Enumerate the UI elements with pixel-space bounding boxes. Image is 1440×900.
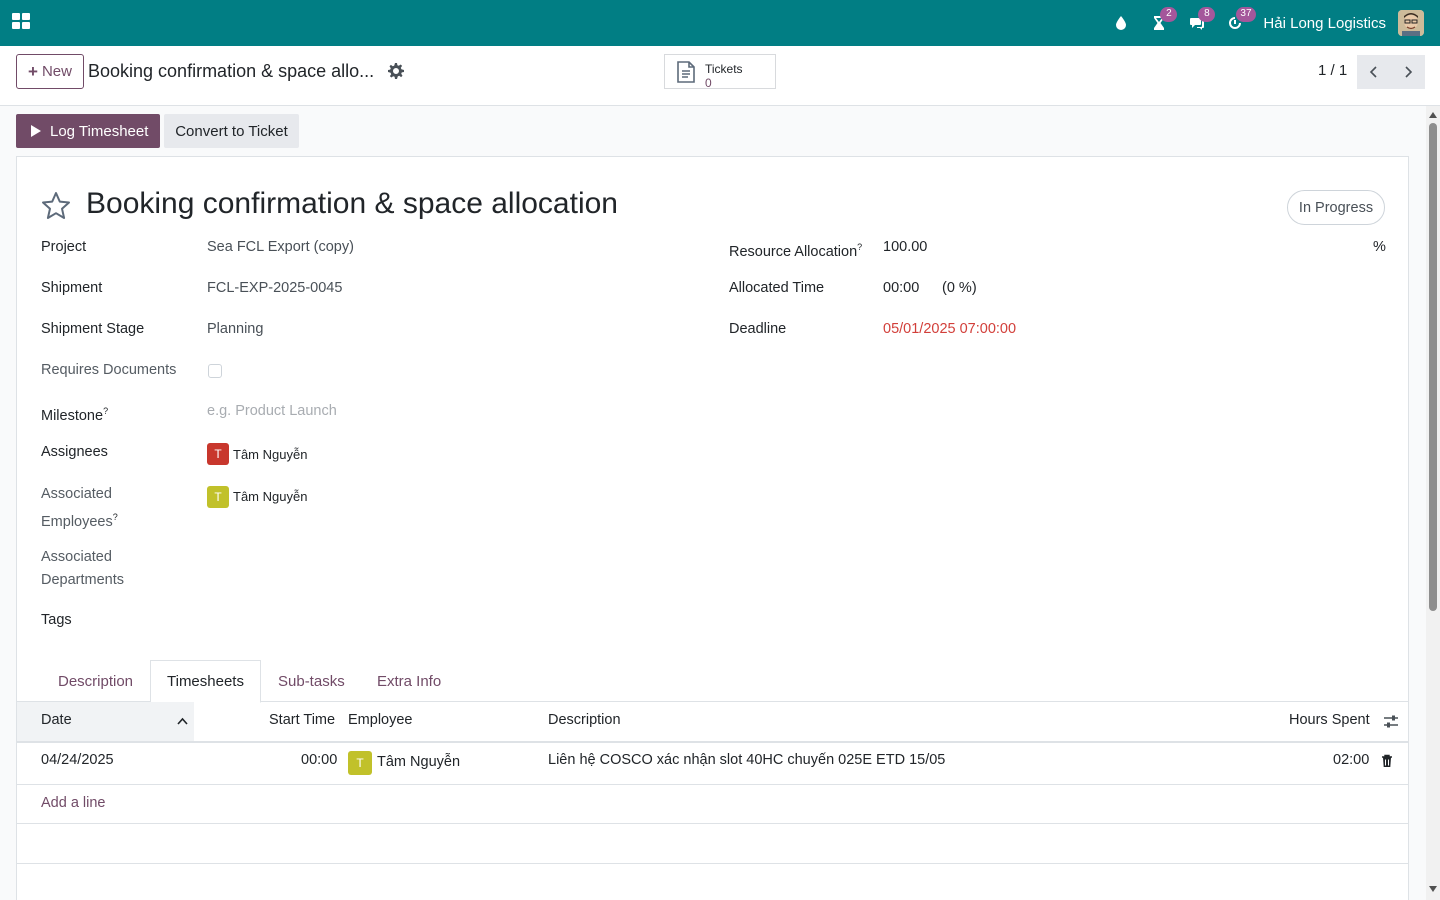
- row-hours-spent: 02:00: [1333, 752, 1370, 768]
- company-switcher[interactable]: Hải Long Logistics: [1263, 15, 1386, 32]
- add-line-row: Add a line: [17, 785, 1408, 824]
- navbar-systray: 2 8 37 Hải Long Logistics: [1099, 0, 1440, 46]
- top-navbar: 2 8 37 Hải Long Logistics: [0, 0, 1440, 46]
- hours-spent-header[interactable]: Hours Spent: [1289, 712, 1370, 728]
- breadcrumb: Booking confirmation & space allo...: [88, 61, 375, 81]
- assignees-label: Assignees: [41, 444, 108, 460]
- associated-departments-label-line1: Associated: [41, 549, 112, 565]
- log-timesheet-button[interactable]: Log Timesheet: [16, 114, 160, 148]
- tab-timesheets[interactable]: Timesheets: [150, 660, 261, 703]
- status-badge[interactable]: In Progress: [1287, 190, 1385, 225]
- scroll-up-icon[interactable]: [1429, 112, 1437, 118]
- apps-menu-icon[interactable]: [12, 12, 34, 34]
- project-label: Project: [41, 239, 87, 255]
- row-employee-avatar: T: [348, 751, 372, 775]
- resource-allocation-label-text: Resource Allocation: [729, 243, 858, 260]
- requires-documents-label: Requires Documents: [41, 362, 177, 378]
- new-button-label: New: [41, 63, 72, 80]
- start-time-header[interactable]: Start Time: [269, 712, 335, 728]
- plus-icon: +: [28, 61, 38, 81]
- pager-value[interactable]: 1 / 1: [1318, 62, 1347, 79]
- convert-to-ticket-button[interactable]: Convert to Ticket: [164, 114, 299, 148]
- assignee-tag[interactable]: Tâm Nguyễn: [233, 447, 307, 462]
- help-tooltip-icon[interactable]: ?: [103, 406, 108, 416]
- tags-label: Tags: [41, 612, 72, 628]
- log-timesheet-label: Log Timesheet: [50, 122, 149, 140]
- pager-previous-button[interactable]: [1357, 55, 1391, 89]
- notebook-tabs: Description Timesheets Sub-tasks Extra I…: [17, 660, 1408, 703]
- form-sheet: Booking confirmation & space allocation …: [16, 156, 1409, 900]
- add-line-link[interactable]: Add a line: [41, 795, 106, 811]
- play-icon: [31, 125, 41, 137]
- tab-extra-info[interactable]: Extra Info: [361, 660, 457, 702]
- chevron-right-icon: [1405, 66, 1413, 78]
- scrollbar-thumb[interactable]: [1429, 123, 1437, 611]
- optional-columns-icon[interactable]: [1383, 714, 1399, 729]
- gear-icon[interactable]: [388, 63, 404, 79]
- assignee-avatar: T: [207, 443, 229, 465]
- associated-employees-label: Employees?: [41, 506, 118, 534]
- star-icon[interactable]: [41, 191, 71, 221]
- tab-description[interactable]: Description: [42, 660, 149, 702]
- row-description: Liên hệ COSCO xác nhận slot 40HC chuyến …: [548, 752, 946, 768]
- tab-sub-tasks[interactable]: Sub-tasks: [262, 660, 361, 702]
- resource-allocation-field[interactable]: 100.00: [883, 236, 927, 259]
- associated-employees-label-line1: Associated: [41, 486, 112, 502]
- shipment-stage-label: Shipment Stage: [41, 321, 145, 337]
- help-tooltip-icon[interactable]: ?: [857, 242, 862, 252]
- resource-allocation-label: Resource Allocation?: [729, 236, 862, 264]
- row-start-time: 00:00: [301, 752, 338, 768]
- requires-documents-checkbox[interactable]: [208, 364, 222, 378]
- project-field[interactable]: Sea FCL Export (copy): [207, 236, 354, 259]
- row-date: 04/24/2025: [41, 752, 114, 768]
- milestone-label: Milestone?: [41, 400, 108, 428]
- trash-icon[interactable]: [1381, 754, 1393, 768]
- milestone-input[interactable]: e.g. Product Launch: [207, 400, 337, 423]
- activity-hourglass-icon[interactable]: 2: [1143, 0, 1178, 46]
- resource-allocation-unit: %: [1373, 239, 1386, 255]
- allocated-time-label: Allocated Time: [729, 280, 825, 296]
- shipment-stage-field[interactable]: Planning: [207, 318, 263, 341]
- smart-button-count: 0: [705, 76, 712, 90]
- milestone-label-text: Milestone: [41, 407, 104, 424]
- empty-table-row: [17, 824, 1408, 864]
- associated-employee-avatar: T: [207, 486, 229, 508]
- new-button[interactable]: + New: [16, 54, 84, 89]
- timer-icon[interactable]: 37: [1219, 0, 1256, 46]
- pager-next-button[interactable]: [1391, 55, 1425, 89]
- task-title[interactable]: Booking confirmation & space allocation: [86, 187, 618, 221]
- description-header[interactable]: Description: [548, 712, 621, 728]
- shipment-label: Shipment: [41, 280, 103, 296]
- row-employee: Tâm Nguyễn: [377, 754, 461, 770]
- timesheet-table-header: Date Start Time Employee Description Hou…: [17, 702, 1408, 743]
- employee-header[interactable]: Employee: [348, 712, 412, 728]
- scroll-down-icon[interactable]: [1429, 886, 1437, 892]
- page-scrollbar[interactable]: [1426, 106, 1440, 900]
- document-icon: [677, 61, 695, 83]
- user-avatar[interactable]: [1398, 10, 1424, 36]
- help-tooltip-icon[interactable]: ?: [113, 512, 118, 522]
- shipment-field[interactable]: FCL-EXP-2025-0045: [207, 277, 342, 300]
- allocated-time-percent: (0 %): [942, 280, 977, 296]
- control-panel: + New Booking confirmation & space allo.…: [0, 46, 1440, 106]
- messages-badge: 8: [1198, 7, 1216, 22]
- tickets-smart-button[interactable]: Tickets 0: [664, 54, 776, 90]
- messages-icon[interactable]: 8: [1181, 0, 1216, 46]
- deadline-field[interactable]: 05/01/2025 07:00:00: [883, 318, 1016, 341]
- drop-icon[interactable]: [1105, 0, 1137, 46]
- deadline-label: Deadline: [729, 321, 787, 337]
- timer-badge: 37: [1236, 7, 1256, 22]
- table-row[interactable]: 04/24/2025 00:00 T Tâm Nguyễn Liên hệ CO…: [17, 743, 1408, 785]
- sort-ascending-icon[interactable]: [177, 717, 188, 725]
- associated-departments-label-line2: Departments: [41, 572, 125, 588]
- date-header[interactable]: Date: [41, 712, 72, 728]
- activity-badge: 2: [1160, 7, 1178, 22]
- chevron-left-icon: [1369, 66, 1377, 78]
- associated-employee-tag[interactable]: Tâm Nguyễn: [233, 489, 307, 504]
- associated-employees-label-line2: Employees: [41, 513, 113, 530]
- allocated-time-field[interactable]: 00:00: [883, 277, 919, 300]
